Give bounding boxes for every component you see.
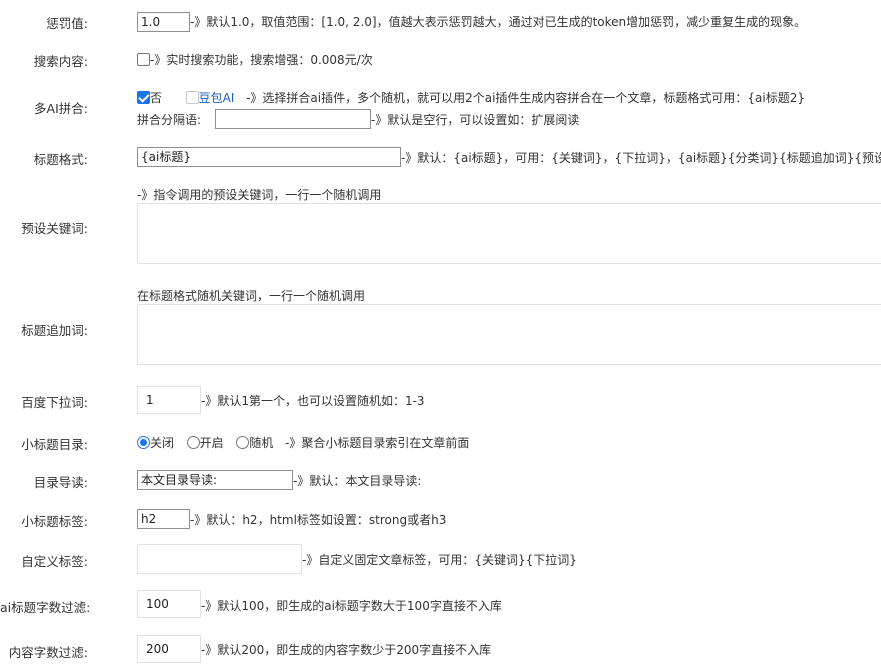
toc-intro-input[interactable]: 本文目录导读: [137, 470, 293, 490]
preset-keywords-textarea[interactable] [137, 203, 881, 264]
content-filter-input[interactable]: 200 [137, 635, 201, 663]
subtitle-toc-label-on: 开启 [199, 436, 224, 450]
subtitle-toc-label-off: 关闭 [150, 436, 175, 450]
subtitle-toc-options: 关闭 开启 随机 -》聚合小标题目录索引在文章前面 [137, 434, 469, 451]
baidu-dropdown-input[interactable]: 1 [137, 386, 201, 414]
subtitle-toc-hint: -》聚合小标题目录索引在文章前面 [285, 436, 470, 450]
multi-ai-label: 多AI拼合: [34, 101, 88, 116]
multi-ai-options: 否 豆包AI -》选择拼合ai插件，多个随机，就可以用2个ai插件生成内容拼合在… [137, 89, 805, 106]
subtitle-toc-radio-off[interactable] [137, 436, 150, 449]
search-checkbox[interactable] [137, 53, 150, 66]
subtitle-tag-hint: -》默认：h2，html标签如设置：strong或者h3 [190, 513, 447, 527]
toc-intro-hint: -》默认：本文目录导读: [293, 474, 422, 488]
multi-ai-doubao-label: 豆包AI [198, 91, 235, 105]
search-label: 搜索内容: [33, 54, 88, 69]
toc-intro-label: 目录导读: [33, 475, 88, 490]
content-filter-hint: -》默认200，即生成的内容字数少于200字直接不入库 [201, 643, 492, 657]
title-format-input[interactable]: {ai标题} [137, 147, 401, 167]
preset-keywords-label: 预设关键词: [21, 221, 88, 236]
title-format-label: 标题格式: [33, 152, 88, 167]
multi-ai-no-label: 否 [150, 91, 163, 105]
multi-ai-separator-label: 拼合分隔语: [137, 113, 202, 127]
ai-title-filter-label: ai标题字数过滤: [0, 600, 91, 615]
baidu-dropdown-label: 百度下拉词: [21, 395, 88, 410]
title-format-hint: -》默认：{ai标题}，可用：{关键词}，{下拉词}，{ai标题}{分类词}{标… [401, 151, 881, 165]
penalty-label: 惩罚值: [46, 16, 88, 31]
subtitle-toc-label-random: 随机 [249, 436, 274, 450]
preset-keywords-hint: -》指令调用的预设关键词，一行一个随机调用 [137, 188, 382, 202]
search-hint: -》实时搜索功能，搜索增强：0.008元/次 [150, 53, 373, 67]
subtitle-toc-radio-random[interactable] [236, 436, 250, 449]
title-append-label: 标题追加词: [21, 323, 88, 338]
multi-ai-doubao-checkbox[interactable] [185, 91, 199, 104]
custom-tag-label: 自定义标签: [21, 554, 88, 569]
title-append-hint: 在标题格式随机关键词，一行一个随机调用 [137, 289, 366, 303]
ai-title-filter-input[interactable]: 100 [137, 590, 201, 618]
content-filter-label: 内容字数过滤: [8, 645, 88, 660]
multi-ai-hint: -》选择拼合ai插件，多个随机，就可以用2个ai插件生成内容拼合在一个文章，标题… [246, 91, 806, 105]
multi-ai-separator-input[interactable] [215, 109, 371, 129]
subtitle-tag-input[interactable]: h2 [137, 509, 190, 529]
subtitle-toc-label: 小标题目录: [21, 437, 88, 452]
multi-ai-separator-hint: -》默认是空行，可以设置如：扩展阅读 [371, 113, 580, 127]
subtitle-toc-radio-on[interactable] [186, 436, 200, 449]
custom-tag-input[interactable] [137, 544, 302, 574]
ai-title-filter-hint: -》默认100，即生成的ai标题字数大于100字直接不入库 [201, 599, 502, 613]
subtitle-tag-label: 小标题标签: [21, 514, 88, 529]
multi-ai-no-checkbox[interactable] [137, 91, 150, 104]
penalty-input[interactable]: 1.0 [137, 12, 190, 32]
custom-tag-hint: -》自定义固定文章标签，可用：{关键词}{下拉词} [302, 553, 577, 567]
search-option: -》实时搜索功能，搜索增强：0.008元/次 [137, 51, 373, 68]
title-append-textarea[interactable] [137, 304, 881, 365]
penalty-hint: -》默认1.0，取值范围：[1.0, 2.0]，值越大表示惩罚越大，通过对已生成… [190, 15, 807, 29]
baidu-dropdown-hint: -》默认1第一个，也可以设置随机如：1-3 [201, 394, 425, 408]
